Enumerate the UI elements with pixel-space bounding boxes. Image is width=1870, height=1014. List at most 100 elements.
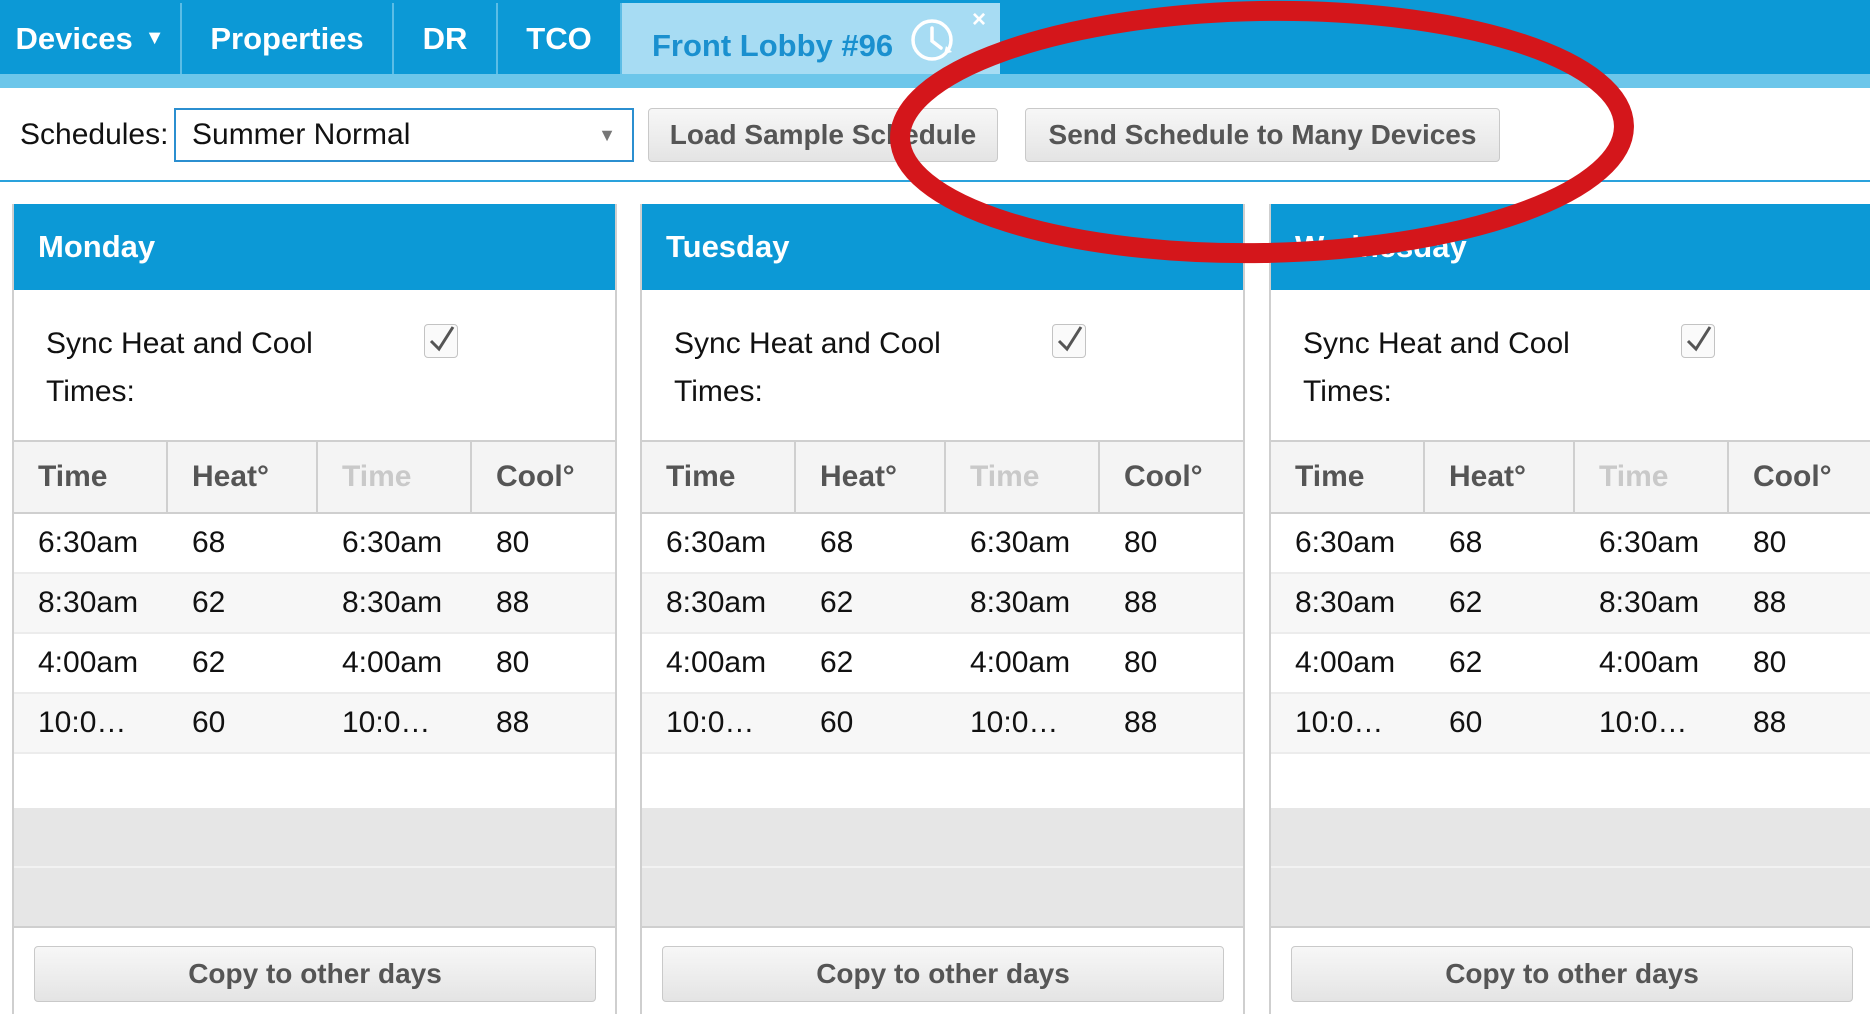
cell-cool[interactable]: 88 <box>472 574 615 632</box>
table-row[interactable]: 4:00am 62 4:00am 80 <box>1271 634 1870 694</box>
sync-checkbox[interactable] <box>1681 324 1715 358</box>
table-row[interactable]: 6:30am 68 6:30am 80 <box>14 514 615 574</box>
empty-row[interactable] <box>642 754 1243 814</box>
cell-heat-time[interactable]: 8:30am <box>642 574 796 632</box>
schedule-toolbar: Schedules: Summer Normal ▼ Load Sample S… <box>0 88 1870 182</box>
cell-cool[interactable]: 80 <box>1729 634 1870 692</box>
col-header-cool[interactable]: Cool° <box>472 442 615 512</box>
table-row[interactable]: 8:30am 62 8:30am 88 <box>1271 574 1870 634</box>
col-header-cool[interactable]: Cool° <box>1729 442 1870 512</box>
cell-heat[interactable]: 68 <box>1425 514 1575 572</box>
table-row[interactable]: 10:0… 60 10:0… 88 <box>1271 694 1870 754</box>
cell-heat-time[interactable]: 6:30am <box>642 514 796 572</box>
cell-heat-time[interactable]: 4:00am <box>14 634 168 692</box>
col-header-heat[interactable]: Heat° <box>796 442 946 512</box>
cell-cool-time[interactable]: 4:00am <box>946 634 1100 692</box>
cell-heat[interactable]: 68 <box>796 514 946 572</box>
table-header: Time Heat° Time Cool° <box>1271 442 1870 514</box>
cell-heat-time[interactable]: 10:0… <box>1271 694 1425 752</box>
table-row[interactable]: 6:30am 68 6:30am 80 <box>1271 514 1870 574</box>
col-header-time[interactable]: Time <box>1271 442 1425 512</box>
cell-heat-time[interactable]: 8:30am <box>1271 574 1425 632</box>
send-schedule-many-devices-button[interactable]: Send Schedule to Many Devices <box>1025 108 1500 162</box>
cell-heat[interactable]: 60 <box>1425 694 1575 752</box>
cell-cool-time[interactable]: 6:30am <box>1575 514 1729 572</box>
cell-cool-time[interactable]: 10:0… <box>946 694 1100 752</box>
clock-icon[interactable] <box>910 16 958 64</box>
sync-checkbox[interactable] <box>1052 324 1086 358</box>
cell-heat[interactable]: 60 <box>168 694 318 752</box>
unused-rows <box>642 808 1243 928</box>
cell-heat[interactable]: 62 <box>1425 574 1575 632</box>
tab-properties[interactable]: Properties <box>182 3 394 74</box>
cell-cool-time[interactable]: 8:30am <box>946 574 1100 632</box>
cell-cool[interactable]: 88 <box>472 694 615 752</box>
col-header-time[interactable]: Time <box>14 442 168 512</box>
copy-to-other-days-button[interactable]: Copy to other days <box>34 946 596 1002</box>
table-row[interactable]: 10:0… 60 10:0… 88 <box>14 694 615 754</box>
col-header-heat[interactable]: Heat° <box>1425 442 1575 512</box>
empty-row[interactable] <box>14 754 615 814</box>
cell-heat-time[interactable]: 4:00am <box>1271 634 1425 692</box>
cell-cool[interactable]: 80 <box>1100 514 1243 572</box>
cell-heat-time[interactable]: 10:0… <box>14 694 168 752</box>
table-row[interactable]: 4:00am 62 4:00am 80 <box>14 634 615 694</box>
col-header-cool-time: Time <box>318 442 472 512</box>
cell-cool[interactable]: 88 <box>1729 574 1870 632</box>
table-header: Time Heat° Time Cool° <box>14 442 615 514</box>
day-title: Tuesday <box>642 204 1243 290</box>
cell-heat-time[interactable]: 8:30am <box>14 574 168 632</box>
cell-heat[interactable]: 62 <box>796 574 946 632</box>
table-row[interactable]: 4:00am 62 4:00am 80 <box>642 634 1243 694</box>
col-header-cool[interactable]: Cool° <box>1100 442 1243 512</box>
table-header: Time Heat° Time Cool° <box>642 442 1243 514</box>
cell-heat-time[interactable]: 6:30am <box>1271 514 1425 572</box>
cell-cool-time[interactable]: 8:30am <box>1575 574 1729 632</box>
cell-cool-time[interactable]: 10:0… <box>1575 694 1729 752</box>
top-nav: Devices ▼ Properties DR TCO Front Lobby … <box>0 0 1870 88</box>
schedule-table: Time Heat° Time Cool° 6:30am 68 6:30am 8… <box>1271 440 1870 814</box>
table-row[interactable]: 8:30am 62 8:30am 88 <box>14 574 615 634</box>
cell-cool-time[interactable]: 6:30am <box>946 514 1100 572</box>
cell-cool-time[interactable]: 8:30am <box>318 574 472 632</box>
cell-cool-time[interactable]: 4:00am <box>1575 634 1729 692</box>
cell-heat[interactable]: 68 <box>168 514 318 572</box>
cell-heat-time[interactable]: 6:30am <box>14 514 168 572</box>
cell-cool-time[interactable]: 10:0… <box>318 694 472 752</box>
cell-cool[interactable]: 80 <box>1100 634 1243 692</box>
tab-devices[interactable]: Devices ▼ <box>0 3 182 74</box>
tab-label: Devices <box>15 20 133 56</box>
load-sample-schedule-button[interactable]: Load Sample Schedule <box>648 108 998 162</box>
table-row[interactable]: 6:30am 68 6:30am 80 <box>642 514 1243 574</box>
cell-cool[interactable]: 80 <box>472 514 615 572</box>
cell-cool[interactable]: 80 <box>1729 514 1870 572</box>
cell-heat-time[interactable]: 10:0… <box>642 694 796 752</box>
col-header-cool-time: Time <box>946 442 1100 512</box>
cell-cool[interactable]: 88 <box>1729 694 1870 752</box>
table-row[interactable]: 10:0… 60 10:0… 88 <box>642 694 1243 754</box>
col-header-heat[interactable]: Heat° <box>168 442 318 512</box>
cell-cool[interactable]: 88 <box>1100 574 1243 632</box>
table-row[interactable]: 8:30am 62 8:30am 88 <box>642 574 1243 634</box>
cell-heat[interactable]: 62 <box>796 634 946 692</box>
cell-heat-time[interactable]: 4:00am <box>642 634 796 692</box>
copy-to-other-days-button[interactable]: Copy to other days <box>662 946 1224 1002</box>
tab-tco[interactable]: TCO <box>498 3 622 74</box>
empty-row[interactable] <box>1271 754 1870 814</box>
schedule-table: Time Heat° Time Cool° 6:30am 68 6:30am 8… <box>14 440 615 814</box>
cell-cool-time[interactable]: 4:00am <box>318 634 472 692</box>
cell-heat[interactable]: 62 <box>1425 634 1575 692</box>
chevron-down-icon: ▼ <box>598 125 616 145</box>
sync-checkbox[interactable] <box>424 324 458 358</box>
close-icon[interactable]: × <box>972 6 986 34</box>
cell-heat[interactable]: 62 <box>168 574 318 632</box>
cell-cool-time[interactable]: 6:30am <box>318 514 472 572</box>
col-header-time[interactable]: Time <box>642 442 796 512</box>
cell-heat[interactable]: 62 <box>168 634 318 692</box>
schedule-select[interactable]: Summer Normal ▼ <box>174 108 634 162</box>
cell-cool[interactable]: 88 <box>1100 694 1243 752</box>
copy-to-other-days-button[interactable]: Copy to other days <box>1291 946 1853 1002</box>
tab-dr[interactable]: DR <box>394 3 498 74</box>
cell-cool[interactable]: 80 <box>472 634 615 692</box>
cell-heat[interactable]: 60 <box>796 694 946 752</box>
